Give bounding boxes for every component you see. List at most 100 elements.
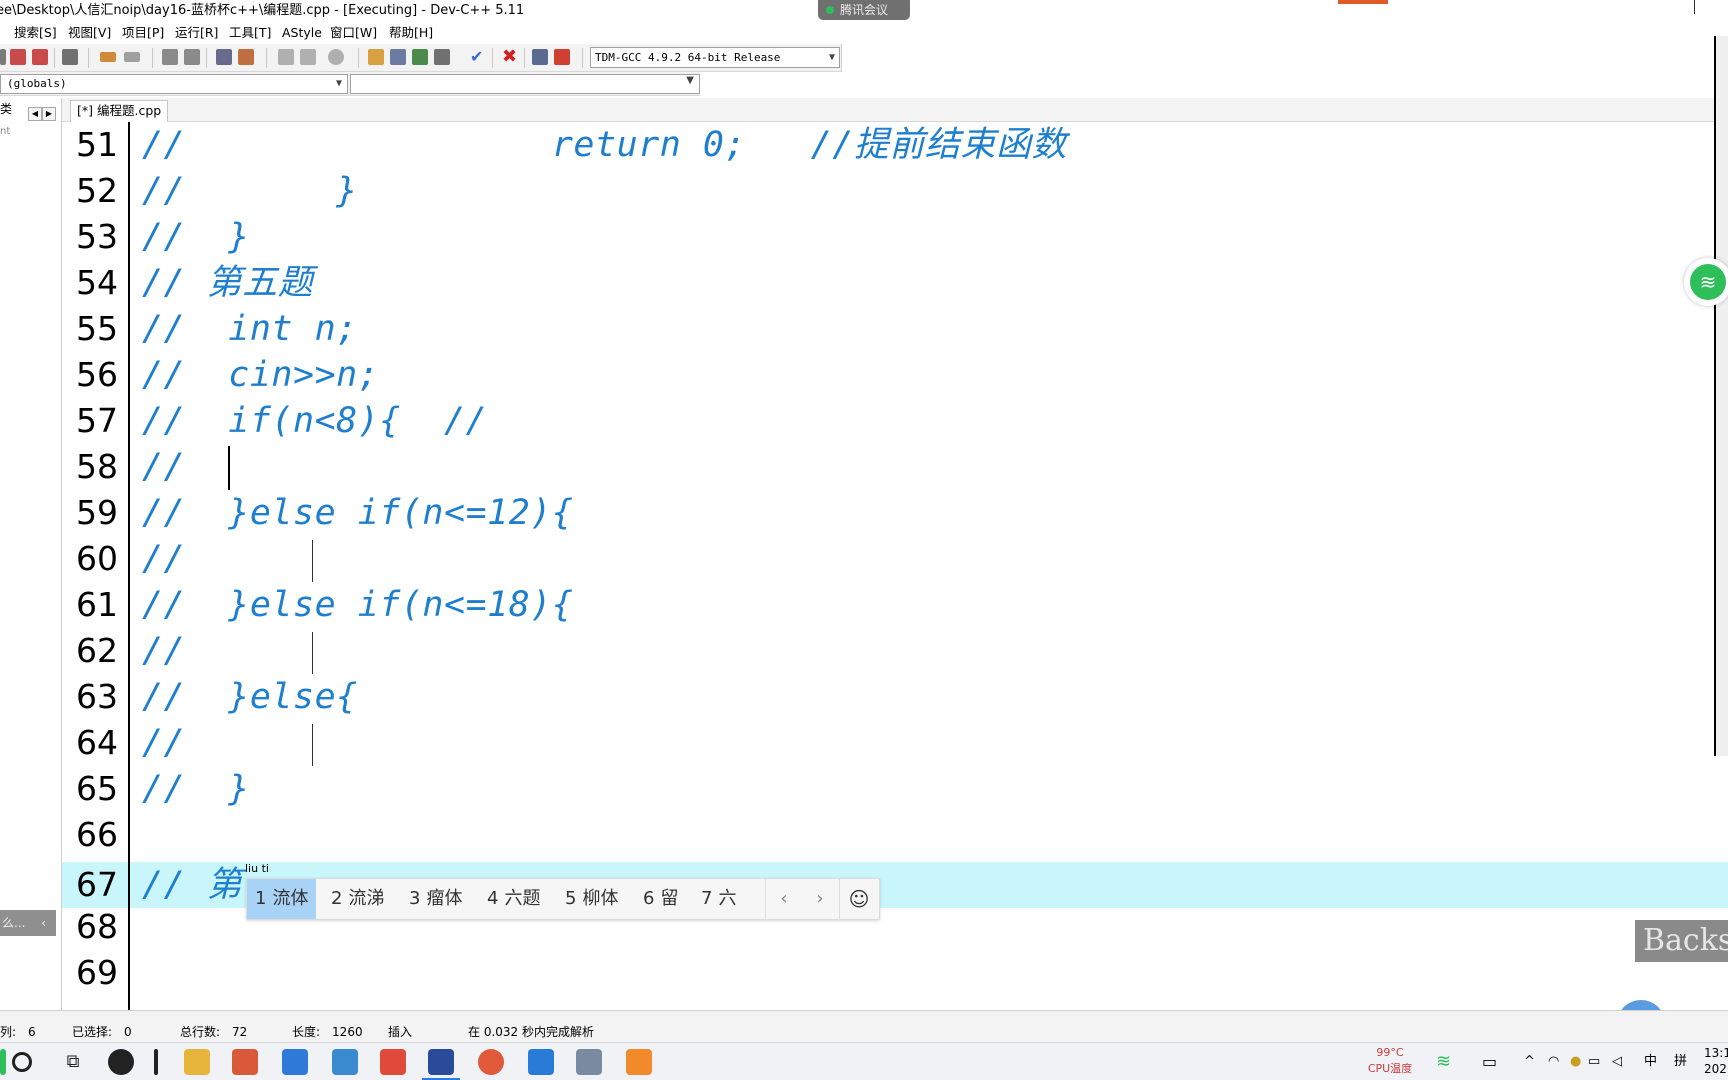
meeting-video-strip [1714,36,1728,756]
compile-icon[interactable] [368,49,384,65]
profile-icon[interactable] [532,49,548,65]
code-text: // [142,723,186,763]
line-number: 69 [76,953,118,992]
status-label: 列: [0,1025,17,1039]
code-line: 51 // return 0; //提前结束函数 [62,122,1728,168]
feishu-icon[interactable] [282,1049,308,1075]
tencent-meeting-icon[interactable] [528,1049,554,1075]
meeting-status-icon [826,6,834,14]
devcpp-icon[interactable] [428,1049,454,1075]
bookmark-next-icon[interactable] [300,49,316,65]
menu-tools[interactable]: 工具[T] [229,22,271,44]
network-float-button[interactable]: ≋ [1684,258,1728,306]
menu-astyle[interactable]: AStyle [282,22,322,44]
ime-candidate[interactable]: 4 六题 [479,879,548,919]
window-app-icon[interactable] [576,1049,602,1075]
line-number: 60 [76,539,118,578]
wifi-icon[interactable]: ≋ [1436,1043,1451,1080]
gutter-border [128,122,130,1010]
compiler-select[interactable]: TDM-GCC 4.9.2 64-bit Release ▼ [590,47,840,68]
class-tree-item[interactable]: nt [0,126,10,137]
line-number: 65 [76,769,118,808]
network-icon[interactable]: ◠ [1548,1043,1559,1080]
search-icon[interactable] [12,1052,32,1072]
ime-candidate[interactable]: 1 流体 [247,879,317,919]
debug-icon[interactable] [554,49,570,65]
unindent-icon[interactable] [238,49,254,65]
run-icon[interactable] [390,49,406,65]
stop-execution-icon[interactable]: ✖ [502,48,518,66]
task-view-icon[interactable]: ⧉ [60,1049,86,1075]
cpu-temperature[interactable]: 99°C CPU温度 [1364,1045,1416,1077]
chevron-left-icon[interactable]: ‹ [769,879,799,919]
status-value: 72 [232,1025,248,1039]
ime-mode[interactable]: 拼 [1674,1043,1687,1080]
meeting-badge[interactable]: 腾讯会议 [818,0,910,20]
menu-view[interactable]: 视图[V] [68,22,111,44]
scope-select[interactable]: (globals) ▼ [0,74,348,94]
ime-separator [839,879,840,919]
members-select[interactable]: ▼ [350,74,700,94]
code-line: 66 [62,812,1728,858]
menu-help[interactable]: 帮助[H] [389,22,433,44]
app-pinwheel-icon[interactable] [108,1049,134,1075]
tab-classes[interactable]: 类 [0,100,12,117]
menu-window[interactable]: 窗口[W] [330,22,377,44]
code-text: // }else if(n<=18){ [142,585,574,625]
open-file-icon[interactable] [10,49,26,65]
new-file-icon[interactable] [0,49,6,65]
replace-icon[interactable] [184,49,200,65]
candidate-text: 流涕 [348,888,385,909]
volume-icon[interactable]: ◁ [1612,1043,1622,1080]
bookmark-prev-icon[interactable] [278,49,294,65]
save-all-icon[interactable] [32,49,48,65]
line-number: 53 [76,217,118,256]
chevron-left-icon[interactable]: ◀ [28,107,42,121]
check-icon[interactable]: ✔ [470,49,486,65]
menu-project[interactable]: 项目[P] [122,22,164,44]
paint-app-icon[interactable] [232,1049,258,1075]
ime-candidate[interactable]: 5 柳体 [557,879,626,919]
goto-icon[interactable] [328,49,344,65]
update-icon[interactable]: ● [1570,1043,1581,1080]
candidate-text: 流体 [272,888,309,909]
code-text: // } [142,217,250,257]
indent-icon[interactable] [216,49,232,65]
find-icon[interactable] [162,49,178,65]
player-icon[interactable] [626,1049,652,1075]
menu-run[interactable]: 运行[R] [175,22,218,44]
tab-file[interactable]: [*] 编程题.cpp [70,100,169,122]
ime-candidate[interactable]: 7六 [693,879,744,919]
clock[interactable]: 13:1 202 [1704,1045,1728,1077]
folder-icon[interactable] [184,1049,210,1075]
panel-toggle[interactable]: 么... ‹ [0,910,56,936]
candidate-index: 5 [565,888,577,909]
keyboard-layout-icon[interactable]: ▭ [1482,1043,1497,1080]
text-caret [228,446,230,490]
code-editor[interactable]: 51// return 0; //提前结束函数 52// } 53// } 54… [62,122,1728,1010]
compile-run-icon[interactable] [412,49,428,65]
line-number: 51 [76,125,118,164]
chevron-up-icon[interactable]: ^ [1524,1043,1535,1080]
candidate-index: 2 [331,888,343,909]
redo-icon[interactable] [124,52,140,62]
chevron-right-icon[interactable]: › [805,879,835,919]
wps-icon[interactable] [380,1049,406,1075]
toolbar: ✔ ✖ TDM-GCC 4.9.2 64-bit Release ▼ [0,44,842,72]
code-text: // [142,447,186,487]
chevron-right-icon[interactable]: ▶ [42,107,56,121]
battery-icon[interactable]: ▭ [1588,1043,1600,1080]
rebuild-icon[interactable] [434,49,450,65]
ime-language[interactable]: 中 [1644,1043,1657,1080]
browser-icon[interactable] [478,1049,504,1075]
menu-search[interactable]: 搜索[S] [14,22,57,44]
print-icon[interactable] [62,49,78,65]
toolbar-separator [492,48,493,68]
ime-candidate[interactable]: 3 瘤体 [401,879,470,919]
undo-icon[interactable] [100,52,116,62]
emoji-icon[interactable]: ☺ [841,879,877,919]
ime-candidate[interactable]: 6留 [635,879,686,919]
ime-candidate[interactable]: 2 流涕 [323,879,392,919]
clock-date: 202 [1704,1062,1727,1076]
files-app-icon[interactable] [332,1049,358,1075]
